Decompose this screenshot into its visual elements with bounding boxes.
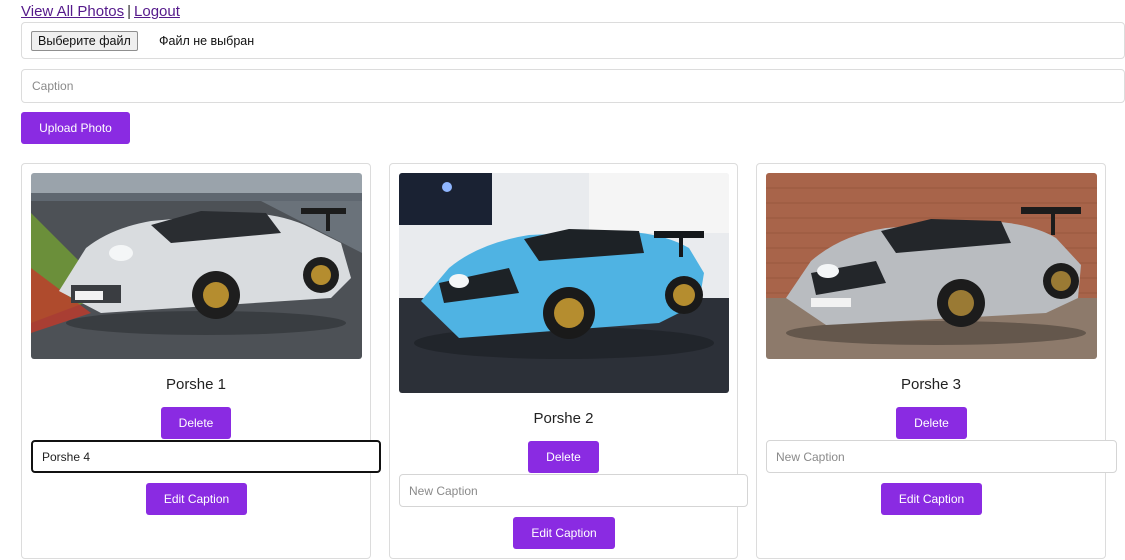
photo-caption: Porshe 2 (533, 410, 594, 427)
edit-caption-button[interactable]: Edit Caption (881, 483, 982, 515)
photo-image (766, 173, 1097, 359)
top-nav: View All Photos | Logout (21, 3, 180, 20)
new-caption-input[interactable] (399, 474, 748, 507)
upload-photo-button[interactable]: Upload Photo (21, 112, 130, 144)
file-status-text: Файл не выбран (159, 34, 255, 48)
delete-button[interactable]: Delete (896, 407, 967, 439)
file-input[interactable]: Выберите файл Файл не выбран (21, 22, 1125, 59)
edit-caption-button[interactable]: Edit Caption (513, 517, 615, 549)
photo-caption: Porshe 1 (165, 376, 227, 393)
photo-card: Porshe 3 Delete Edit Caption (756, 163, 1117, 559)
delete-button[interactable]: Delete (528, 441, 599, 473)
nav-separator: | (127, 3, 132, 20)
choose-file-button[interactable]: Выберите файл (31, 31, 138, 51)
edit-caption-button[interactable]: Edit Caption (146, 483, 247, 515)
photo-image (31, 173, 362, 359)
photo-caption: Porshe 3 (900, 376, 962, 393)
new-caption-input[interactable] (31, 440, 381, 473)
photo-card: Porshe 2 Delete Edit Caption (389, 163, 748, 559)
photo-card: Porshe 1 Delete Edit Caption (21, 163, 381, 559)
delete-button[interactable]: Delete (161, 407, 231, 439)
view-all-photos-link[interactable]: View All Photos (21, 3, 124, 20)
new-caption-input[interactable] (766, 440, 1117, 473)
logout-link[interactable]: Logout (134, 3, 180, 20)
photo-image (399, 173, 729, 393)
caption-input[interactable] (21, 69, 1125, 103)
